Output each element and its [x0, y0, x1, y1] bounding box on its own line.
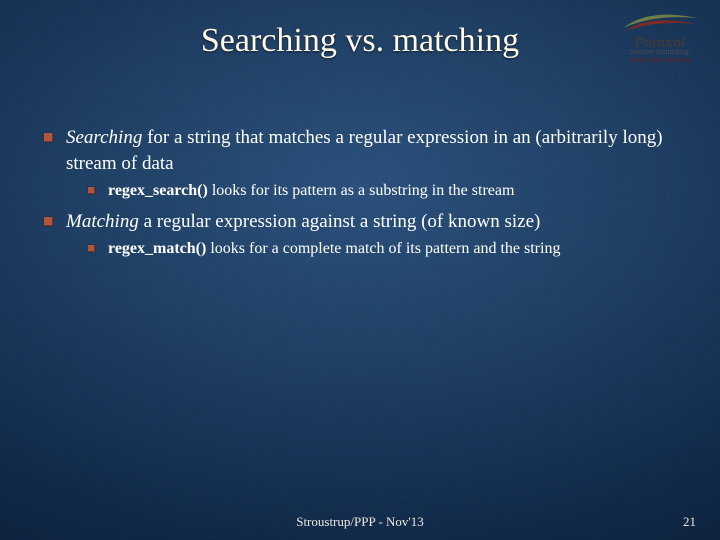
slide-title: Searching vs. matching	[0, 22, 720, 60]
sub-bullet-regex-search: regex_search() looks for its pattern as …	[86, 179, 690, 203]
footer-text: Stroustrup/PPP - Nov'13	[0, 514, 720, 530]
keyword-matching: Matching	[66, 211, 139, 232]
page-number: 21	[683, 514, 696, 530]
code-regex-match: regex_match()	[108, 240, 206, 257]
bullet-matching-text: a regular expression against a string (o…	[139, 211, 541, 232]
slide: Parasol Smarter computing. Texas A&M Uni…	[0, 0, 720, 540]
bullet-searching-text: for a string that matches a regular expr…	[66, 127, 663, 174]
code-regex-search: regex_search()	[108, 182, 208, 199]
bullet-searching: Searching for a string that matches a re…	[42, 125, 690, 203]
sub-bullet-regex-match-text: looks for a complete match of its patter…	[206, 240, 560, 257]
sub-bullet-regex-search-text: looks for its pattern as a substring in …	[208, 182, 515, 199]
slide-body: Searching for a string that matches a re…	[42, 125, 690, 267]
keyword-searching: Searching	[66, 127, 142, 148]
sub-bullet-regex-match: regex_match() looks for a complete match…	[86, 237, 690, 261]
bullet-matching: Matching a regular expression against a …	[42, 209, 690, 261]
